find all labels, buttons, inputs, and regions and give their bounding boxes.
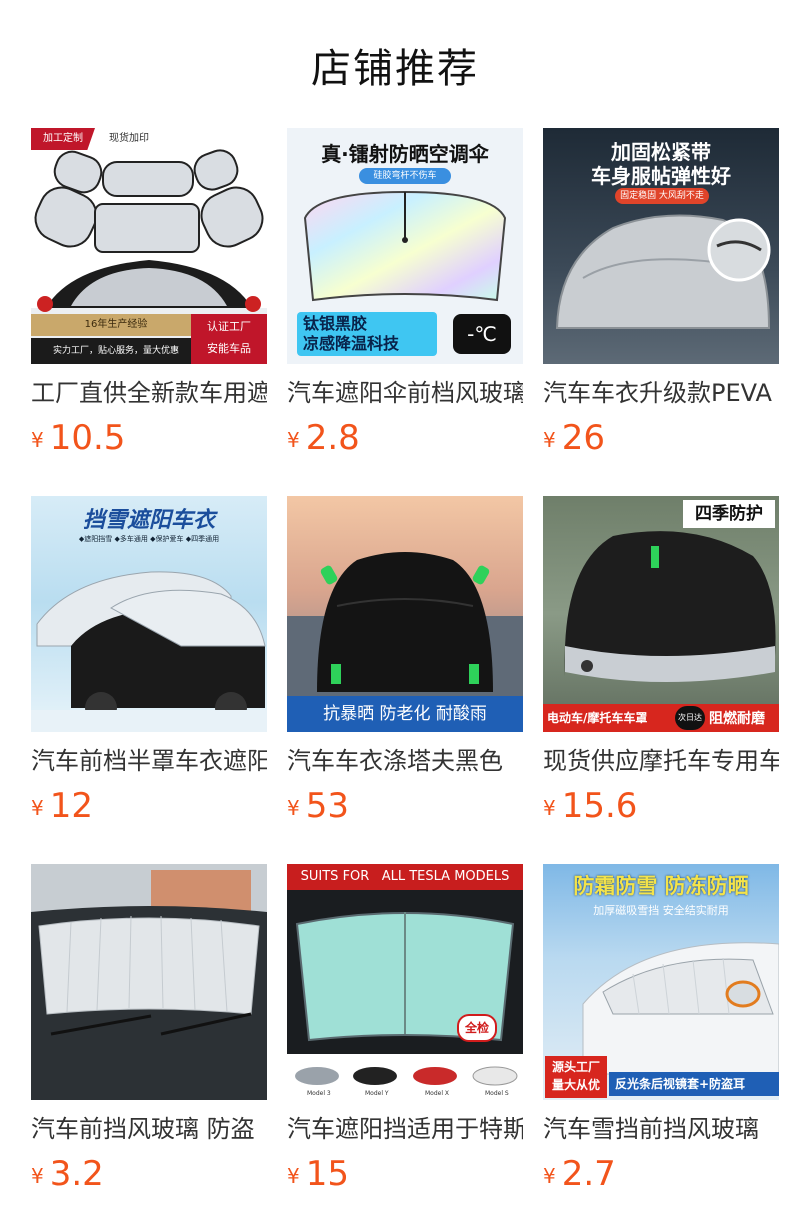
product-name[interactable]: 汽车遮阳挡适用于特斯拉 (287, 1114, 523, 1144)
factory-badge-line1: 源头工厂 (551, 1060, 600, 1074)
cooling-icon: -℃ (453, 314, 511, 354)
product-name[interactable]: 现货供应摩托车专用车罩 (543, 746, 779, 776)
product-price: ¥2.8 (287, 418, 360, 458)
product-image[interactable]: 真·镭射防晒空调伞 硅胶弯杆不伤车 钛银黑胶 凉感降温科技 -℃ (287, 128, 523, 364)
feature-box: 钛银黑胶 凉感降温科技 (297, 312, 437, 356)
product-image[interactable]: 抗暴晒 防老化 耐酸雨 (287, 496, 523, 732)
product-name[interactable]: 汽车前档半罩车衣遮阳 (31, 746, 267, 776)
currency-symbol: ¥ (31, 796, 44, 820)
certified-badge-line2: 安能车品 (207, 342, 251, 355)
banner-text-left: 电动车/摩托车车罩 (547, 711, 648, 725)
product-price: ¥2.7 (543, 1154, 616, 1194)
windshield-shade-illustration (31, 864, 267, 1100)
product-price: ¥15.6 (543, 786, 637, 826)
price-value: 15.6 (561, 786, 638, 826)
factory-badge-line2: 量大从优 (551, 1078, 600, 1092)
product-card[interactable]: 加固松紧带 车身服帖弹性好 固定稳固 大风刮不走 汽车车衣升级款PEVA ¥26 (543, 128, 779, 458)
image-banner: 反光条后视镜套+防盗耳 (609, 1072, 779, 1096)
product-card[interactable]: SUITS FOR ALL TESLA MODELS 全检 Model 3 Mo… (287, 864, 523, 1194)
product-name[interactable]: 汽车遮阳伞前档风玻璃 (287, 378, 523, 408)
price-value: 10.5 (49, 418, 126, 458)
product-card[interactable]: 防霜防雪 防冻防晒 加厚磁吸雪挡 安全结实耐用 源头工厂 量大从优 反光条后视镜… (543, 864, 779, 1194)
product-image[interactable]: 加工定制 现货加印 16年生产经验 实力工厂，贴心服务，量大优惠 认证工厂 安能… (31, 128, 267, 364)
image-banner: 抗暴晒 防老化 耐酸雨 (287, 696, 523, 732)
product-price: ¥15 (287, 1154, 349, 1194)
motorcycle-cover-illustration (564, 531, 776, 682)
model-label: Model X (425, 1090, 450, 1097)
currency-symbol: ¥ (31, 1164, 44, 1188)
product-name[interactable]: 汽车车衣升级款PEVA (543, 378, 779, 408)
promo-tag: 加工定制 (31, 128, 95, 150)
product-card[interactable]: 抗暴晒 防老化 耐酸雨 汽车车衣涤塔夫黑色 ¥53 (287, 496, 523, 826)
inspection-stamp: 全检 (457, 1014, 497, 1042)
factory-badge: 源头工厂 量大从优 (545, 1056, 607, 1098)
product-card[interactable]: 真·镭射防晒空调伞 硅胶弯杆不伤车 钛银黑胶 凉感降温科技 -℃ 汽车遮阳伞前档… (287, 128, 523, 458)
service-badge: 实力工厂，贴心服务，量大优惠 (31, 338, 201, 364)
banner-text-right: 阻燃耐磨 (709, 711, 765, 727)
currency-symbol: ¥ (287, 796, 300, 820)
price-value: 2.7 (561, 1154, 616, 1194)
price-value: 53 (305, 786, 349, 826)
model-label: Model S (485, 1090, 509, 1097)
product-image[interactable]: 挡雪遮阳车衣 ◆遮阳挡雪 ◆多车通用 ◆保护爱车 ◆四季通用 (31, 496, 267, 732)
model-label: Model 3 (307, 1090, 331, 1097)
product-name[interactable]: 汽车雪挡前挡风玻璃 (543, 1114, 779, 1144)
product-price: ¥53 (287, 786, 349, 826)
product-name[interactable]: 汽车车衣涤塔夫黑色 (287, 746, 523, 776)
model-label: Model Y (365, 1090, 389, 1097)
promo-tag: 现货加印 (97, 128, 161, 150)
product-price: ¥26 (543, 418, 605, 458)
tesla-shade-illustration (287, 912, 523, 1100)
page-title: 店铺推荐 (311, 46, 479, 92)
currency-symbol: ¥ (543, 1164, 556, 1188)
product-card[interactable]: 四季防护 电动车/摩托车车罩 次日达 阻燃耐磨 现货供应摩托车专用车罩 ¥15.… (543, 496, 779, 826)
image-headline-2: 车身服帖弹性好 (591, 164, 731, 188)
price-value: 12 (49, 786, 93, 826)
product-price: ¥12 (31, 786, 93, 826)
image-subtitle: 固定稳固 大风刮不走 (615, 188, 709, 204)
feature-line1: 钛银黑胶 (303, 314, 368, 333)
product-card[interactable]: 汽车前挡风玻璃 防盗 ¥3.2 (31, 864, 267, 1194)
price-value: 2.8 (305, 418, 360, 458)
price-value: 15 (305, 1154, 349, 1194)
certified-badge-line1: 认证工厂 (207, 320, 251, 333)
certified-badge: 认证工厂 安能车品 (191, 314, 267, 364)
price-value: 3.2 (49, 1154, 104, 1194)
product-name[interactable]: 汽车前挡风玻璃 防盗 (31, 1114, 267, 1144)
product-price: ¥10.5 (31, 418, 125, 458)
product-price: ¥3.2 (31, 1154, 104, 1194)
product-card[interactable]: 加工定制 现货加印 16年生产经验 实力工厂，贴心服务，量大优惠 认证工厂 安能… (31, 128, 267, 458)
currency-symbol: ¥ (287, 428, 300, 452)
delivery-logo: 次日达 (675, 706, 705, 730)
product-card[interactable]: 挡雪遮阳车衣 ◆遮阳挡雪 ◆多车通用 ◆保护爱车 ◆四季通用 汽车前档半罩车衣遮… (31, 496, 267, 826)
price-value: 26 (561, 418, 605, 458)
currency-symbol: ¥ (287, 1164, 300, 1188)
product-name[interactable]: 工厂直供全新款车用遮阳挡 (31, 378, 267, 408)
feature-line2: 凉感降温科技 (303, 334, 400, 353)
snow-cover-car-illustration (31, 571, 267, 732)
currency-symbol: ¥ (543, 428, 556, 452)
corner-badge: 四季防护 (683, 500, 775, 528)
product-image[interactable]: 防霜防雪 防冻防晒 加厚磁吸雪挡 安全结实耐用 源头工厂 量大从优 反光条后视镜… (543, 864, 779, 1100)
product-image[interactable] (31, 864, 267, 1100)
product-image[interactable]: 加固松紧带 车身服帖弹性好 固定稳固 大风刮不走 (543, 128, 779, 364)
currency-symbol: ¥ (543, 796, 556, 820)
product-image[interactable]: 四季防护 电动车/摩托车车罩 次日达 阻燃耐磨 (543, 496, 779, 732)
product-image[interactable]: SUITS FOR ALL TESLA MODELS 全检 Model 3 Mo… (287, 864, 523, 1100)
currency-symbol: ¥ (31, 428, 44, 452)
experience-badge: 16年生产经验 (31, 314, 201, 336)
